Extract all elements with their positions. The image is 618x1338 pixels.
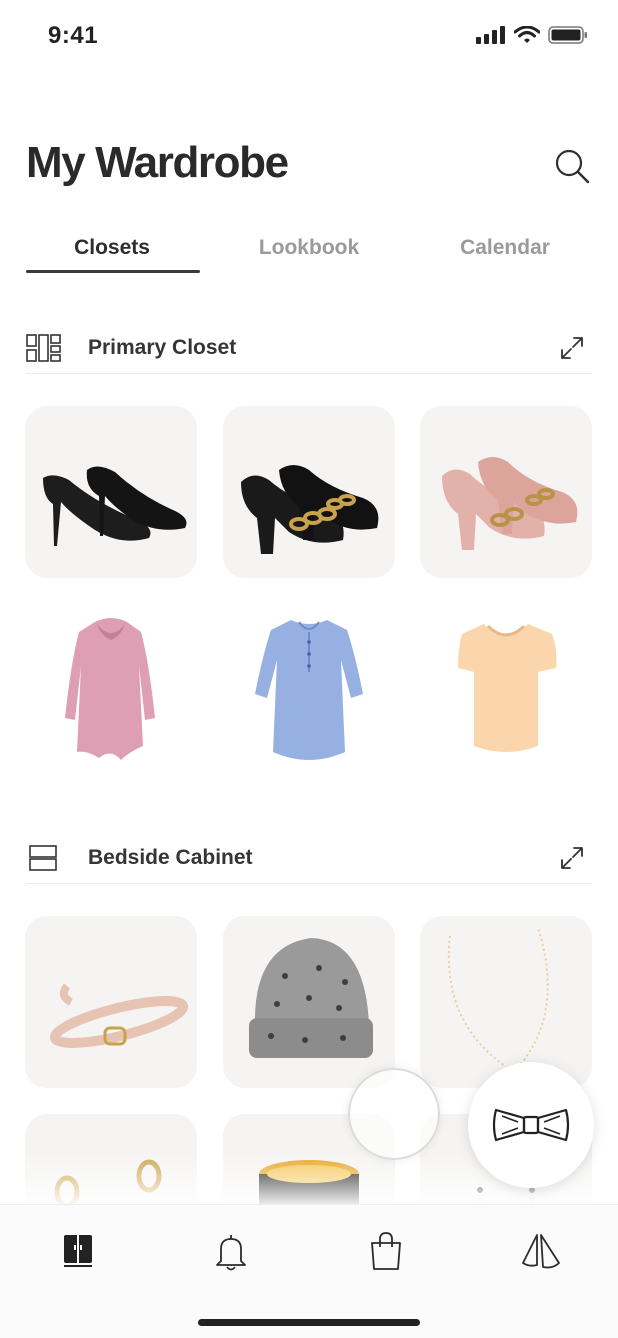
tabbar-wardrobe[interactable] [54,1227,102,1275]
closet-layout-icon [26,334,61,362]
search-icon [555,149,590,184]
page-title: My Wardrobe [26,138,289,187]
item-grey-jeweled-beanie[interactable] [223,916,395,1088]
blue-tunic-image [255,620,363,760]
wifi-icon [514,26,540,43]
pink-loafers-image [442,457,578,550]
bottom-tab-bar [0,1204,618,1338]
tabbar-hangers[interactable] [517,1227,565,1275]
section-title: Primary Closet [88,336,237,359]
outfit-fab-button[interactable] [468,1062,594,1188]
status-time: 9:41 [48,22,99,49]
shopping-bag-icon [371,1232,401,1270]
black-loafers-image [241,465,379,554]
black-pumps-image [43,466,187,546]
tab-closets[interactable]: Closets [24,236,200,260]
tab-bar-top: Closets Lookbook Calendar [0,230,618,276]
belt-image [49,983,189,1048]
active-tab-indicator [26,270,200,273]
bow-tie-icon [492,1108,570,1142]
search-button[interactable] [552,146,592,186]
item-peach-scoop-tee[interactable] [420,602,592,774]
hangers-icon [522,1234,560,1269]
item-black-suede-pumps[interactable] [25,406,197,578]
expand-icon[interactable] [558,844,586,872]
bell-icon [216,1235,246,1271]
beanie-image [249,938,373,1058]
peach-tee-image [458,624,557,752]
section-header-primary-closet: Primary Closet [26,322,592,374]
touch-indicator [348,1068,440,1160]
item-pink-chain-loafer-pumps[interactable] [420,406,592,578]
tabbar-notifications[interactable] [207,1227,255,1275]
item-black-chain-loafer-pumps[interactable] [223,406,395,578]
signal-icon [476,26,505,44]
wardrobe-icon [64,1235,92,1267]
section-title: Bedside Cabinet [88,846,253,869]
item-blush-studded-belt[interactable] [25,916,197,1088]
status-icons [476,26,588,44]
expand-icon[interactable] [558,334,586,362]
status-bar: 9:41 [0,0,618,72]
pink-tunic-image [65,618,155,760]
item-pink-cowl-neck-tunic[interactable] [25,602,197,774]
section-header-bedside-cabinet: Bedside Cabinet [26,832,592,884]
item-blue-henley-tunic[interactable] [223,602,395,774]
tabbar-shopping[interactable] [362,1227,410,1275]
tab-calendar[interactable]: Calendar [417,236,593,260]
tab-lookbook[interactable]: Lookbook [221,236,397,260]
cabinet-layout-icon [29,845,57,871]
home-indicator [198,1319,420,1326]
battery-icon [548,26,587,44]
